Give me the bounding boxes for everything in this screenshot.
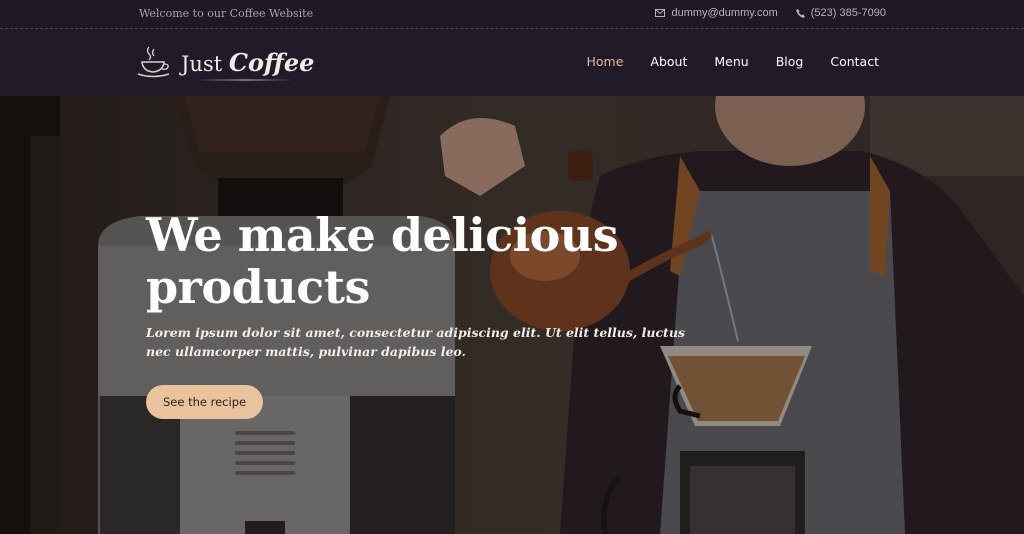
hero-title-line1: We make delicious xyxy=(146,208,619,262)
hero-subtitle: Lorem ipsum dolor sit amet, consectetur … xyxy=(146,325,685,359)
nav-contact[interactable]: Contact xyxy=(830,54,879,69)
coffee-cup-icon xyxy=(137,46,170,78)
brand-name: Just Coffee xyxy=(181,48,314,77)
nav-home[interactable]: Home xyxy=(587,54,624,69)
phone-link[interactable]: (523) 385-7090 xyxy=(795,7,886,19)
contact-info: dummy@dummy.com (523) 385-7090 xyxy=(637,7,886,19)
nav-about[interactable]: About xyxy=(650,54,687,69)
email-text: dummy@dummy.com xyxy=(671,7,778,19)
hero-content: We make delicious products Lorem ipsum d… xyxy=(146,209,706,419)
phone-icon xyxy=(795,8,805,18)
mail-icon xyxy=(655,9,666,17)
welcome-text: Welcome to our Coffee Website xyxy=(139,7,314,20)
top-bar: Welcome to our Coffee Website dummy@dumm… xyxy=(0,0,1024,29)
site-header: Just Coffee Home About Menu Blog Contact xyxy=(0,29,1024,96)
email-link[interactable]: dummy@dummy.com xyxy=(655,7,778,19)
nav-menu[interactable]: Menu xyxy=(714,54,748,69)
hero-section: We make delicious products Lorem ipsum d… xyxy=(0,96,1024,534)
logo[interactable]: Just Coffee xyxy=(135,43,314,81)
brand-italic: Coffee xyxy=(228,47,315,77)
see-recipe-button[interactable]: See the recipe xyxy=(146,385,264,419)
brand-underline xyxy=(195,79,295,81)
brand-plain: Just xyxy=(181,51,223,76)
nav-blog[interactable]: Blog xyxy=(776,54,804,69)
hero-title-line2: products xyxy=(146,260,370,314)
main-nav: Home About Menu Blog Contact xyxy=(560,54,880,69)
phone-text: (523) 385-7090 xyxy=(810,7,886,19)
hero-title: We make delicious products xyxy=(146,209,706,313)
